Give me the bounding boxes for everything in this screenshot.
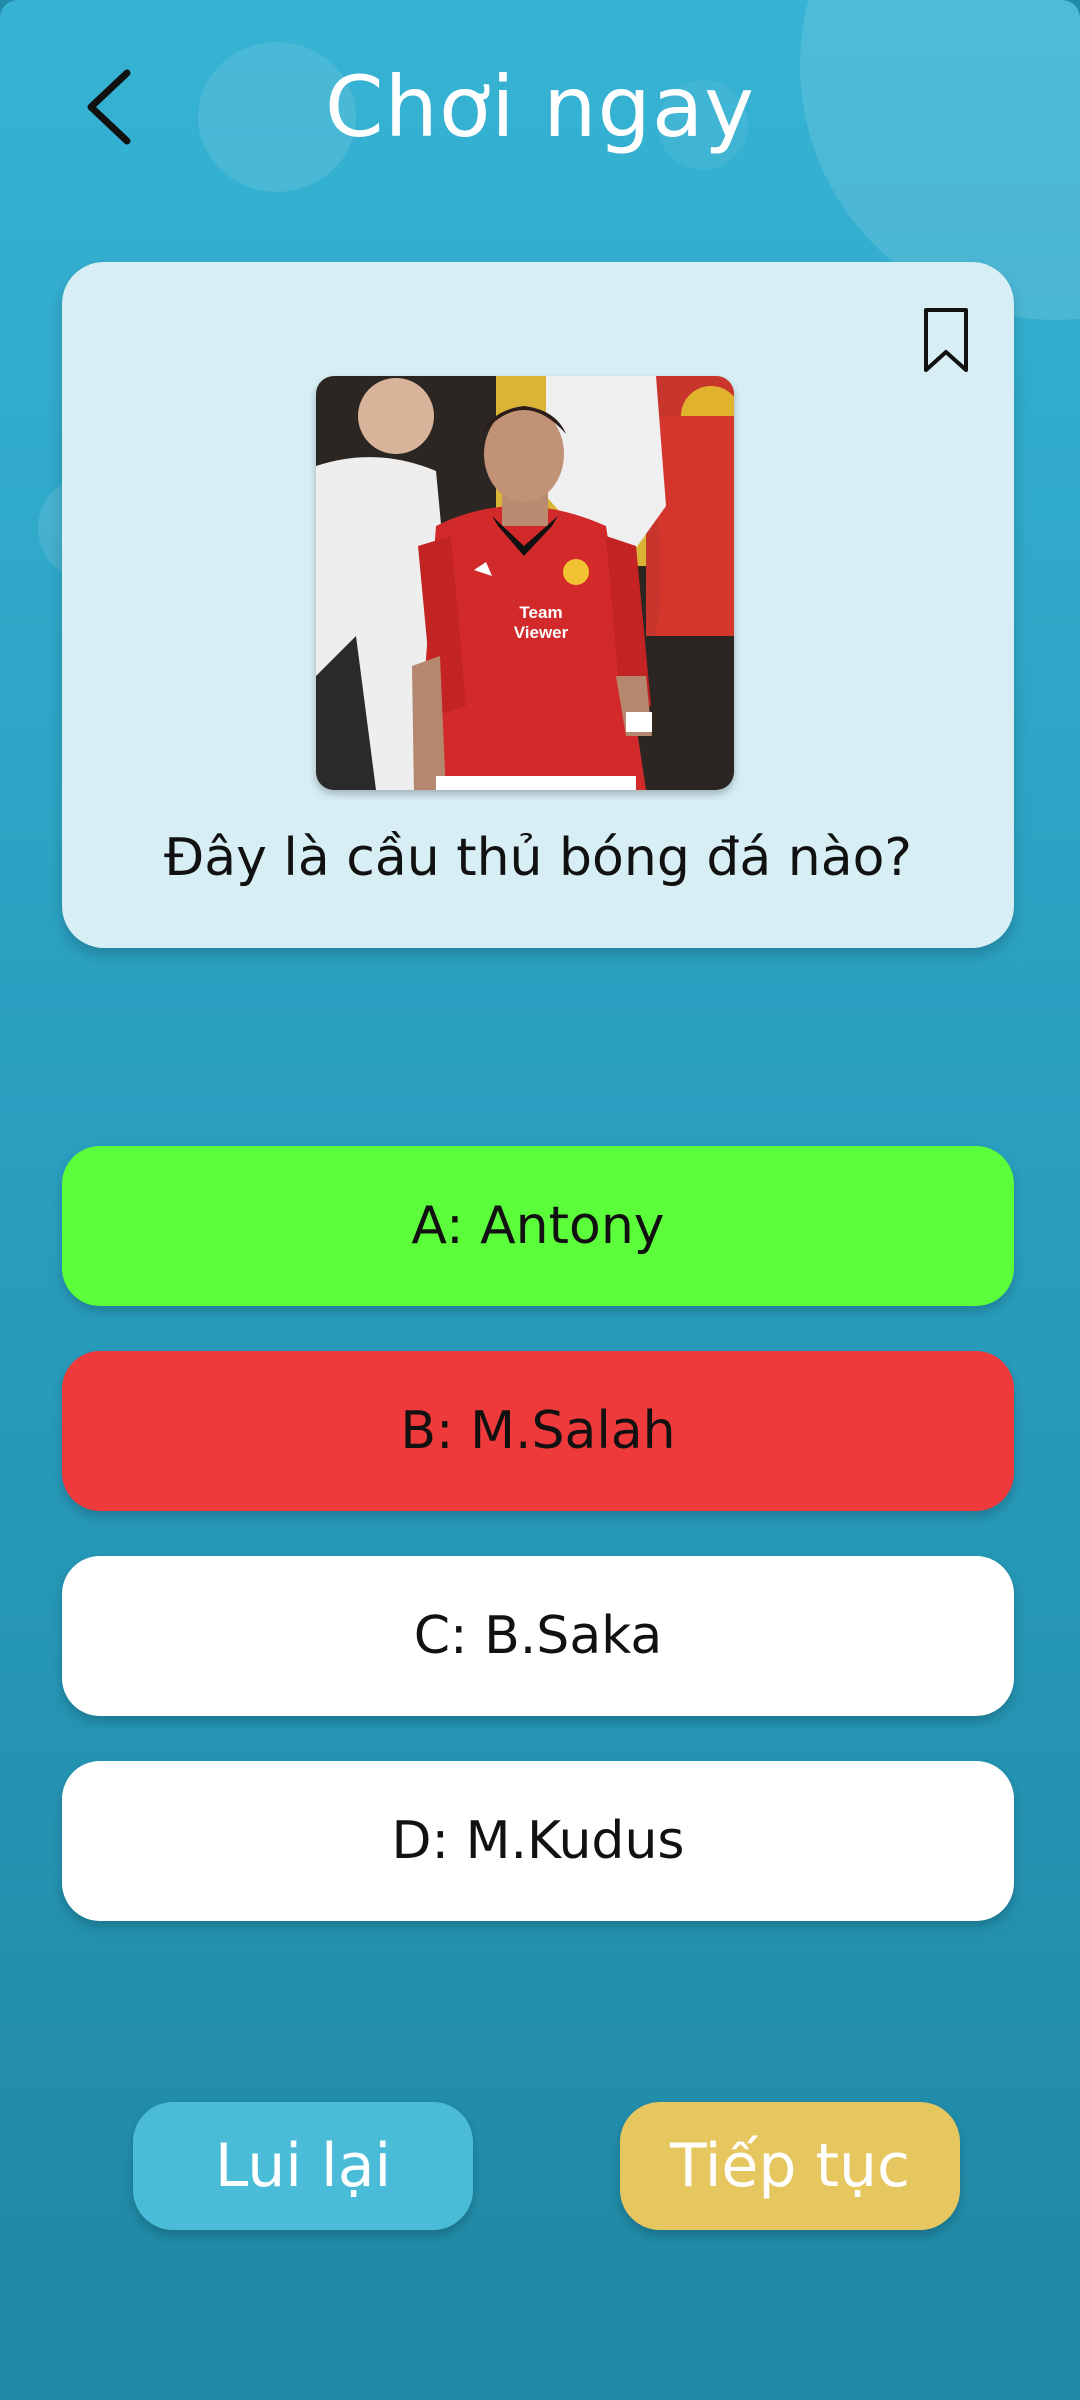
svg-text:Viewer: Viewer bbox=[514, 623, 569, 642]
answer-label: D: M.Kudus bbox=[391, 1811, 685, 1871]
answer-option-a[interactable]: A: Antony bbox=[62, 1146, 1014, 1306]
previous-button-label: Lui lại bbox=[214, 2131, 392, 2201]
previous-button[interactable]: Lui lại bbox=[133, 2102, 473, 2230]
answer-option-c[interactable]: C: B.Saka bbox=[62, 1556, 1014, 1716]
answer-option-b[interactable]: B: M.Salah bbox=[62, 1351, 1014, 1511]
svg-text:Team: Team bbox=[519, 603, 562, 622]
bookmark-icon[interactable] bbox=[920, 306, 972, 376]
question-text: Đây là cầu thủ bóng đá nào? bbox=[163, 828, 913, 888]
answer-label: A: Antony bbox=[411, 1196, 665, 1256]
continue-button[interactable]: Tiếp tục bbox=[620, 2102, 960, 2230]
page-title: Chơi ngay bbox=[324, 58, 756, 156]
answer-label: B: M.Salah bbox=[400, 1401, 676, 1461]
answer-label: C: B.Saka bbox=[413, 1606, 663, 1666]
quiz-screen: Chơi ngay Team Viewer Đây là cầu thủ bón… bbox=[0, 0, 1080, 2400]
question-card: Team Viewer Đây là cầu thủ bóng đá nào? bbox=[62, 262, 1014, 948]
answer-option-d[interactable]: D: M.Kudus bbox=[62, 1761, 1014, 1921]
continue-button-label: Tiếp tục bbox=[669, 2131, 911, 2201]
player-photo: Team Viewer bbox=[316, 376, 734, 790]
